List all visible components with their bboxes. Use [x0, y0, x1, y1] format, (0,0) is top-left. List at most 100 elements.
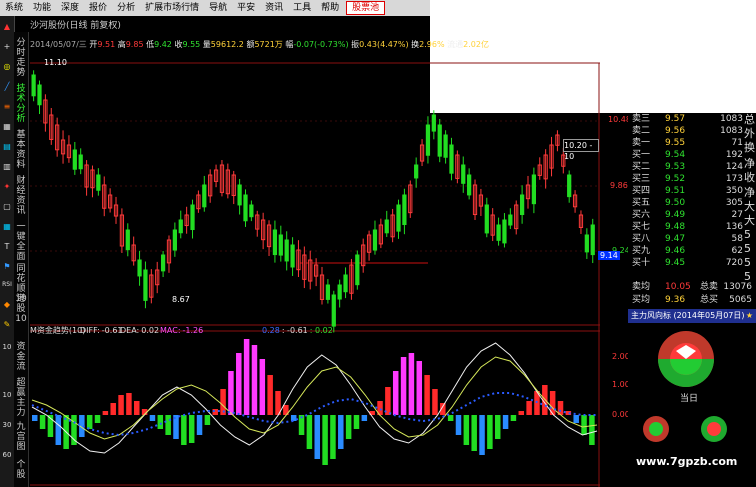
level-label: 买三 — [632, 174, 651, 184]
menu-item-system[interactable]: 系统 — [0, 0, 28, 16]
level-volume: 192 — [725, 150, 743, 160]
macd-bar — [447, 415, 454, 421]
window-icon[interactable]: ▢ — [2, 202, 12, 212]
high-label: 高 — [117, 40, 126, 49]
buy-avg-label: 买均 — [632, 295, 651, 305]
tab-technical[interactable]: 技术分析 — [15, 84, 27, 124]
macd-bar — [416, 361, 423, 415]
tab-news[interactable]: 财经资讯 — [15, 176, 27, 216]
menu-item-pingan[interactable]: 平安 — [232, 0, 260, 16]
macd-bar — [181, 415, 187, 445]
buy-level-2[interactable]: 买二 9.53 124 — [628, 161, 756, 173]
menu-item-stock-pool[interactable]: 股票池 — [346, 1, 386, 15]
info-row: 2014/05/07/三 开9.51 高9.85 低9.42 收9.55 量59… — [30, 39, 489, 50]
level-volume: 173 — [725, 174, 743, 184]
label-60: 60 — [2, 451, 12, 459]
tab-capital-flow[interactable]: 资金流 — [15, 342, 27, 372]
macd-bar — [110, 403, 116, 415]
sell-level-2[interactable]: 卖二 9.56 1083 — [628, 125, 756, 137]
zoom-icon[interactable]: ◎ — [2, 62, 12, 72]
macd-bar — [251, 345, 258, 415]
tab-fundamentals[interactable]: 基本资料 — [15, 130, 27, 170]
macd-bar — [102, 411, 109, 415]
label-10b: 10 — [2, 391, 12, 399]
buy-level-4[interactable]: 买四 9.51 350 — [628, 185, 756, 197]
level-price: 9.56 — [665, 126, 686, 136]
side-char: 大 — [744, 200, 755, 213]
side-char: 换 — [744, 141, 755, 154]
tab-hk10[interactable]: 港股10 — [15, 294, 27, 324]
side-char: 大 — [744, 214, 755, 227]
indicator-name: M资金趋势(10) — [30, 325, 85, 335]
tab-intraday[interactable]: 分时走势 — [15, 38, 27, 78]
kline-chart[interactable]: 11.10 8.67 M资金趋势(10) DIFF: -0.61 DEA: 0.02… — [30, 55, 600, 487]
capital-panel-title-text: 主力风向标 (2014年05月07日) — [631, 311, 745, 320]
star-icon[interactable]: ★ — [746, 309, 753, 323]
grid-icon[interactable]: ▦ — [2, 122, 12, 132]
table-icon[interactable]: ▦ — [2, 222, 12, 232]
menu-item-quote[interactable]: 报价 — [84, 0, 112, 16]
star-icon[interactable]: ✦ — [2, 182, 12, 192]
today-label: 当日 — [680, 392, 698, 404]
buy-level-8[interactable]: 买八 9.47 58 — [628, 233, 756, 245]
macd-bar — [471, 415, 477, 451]
menu-item-news[interactable]: 资讯 — [260, 0, 288, 16]
price-range-box: 10.20 - 10 — [563, 139, 599, 161]
buy-level-1[interactable]: 买一 9.54 192 — [628, 149, 756, 161]
level-volume: 1083 — [720, 126, 743, 136]
menu-item-navigation[interactable]: 导航 — [204, 0, 232, 16]
tab-stock[interactable]: 个股 — [15, 460, 27, 480]
menu-item-function[interactable]: 功能 — [28, 0, 56, 16]
line-icon[interactable]: ╱ — [2, 82, 12, 92]
macd-bar — [267, 375, 273, 415]
pencil-icon[interactable]: ✎ — [2, 320, 12, 330]
level-label: 买八 — [632, 234, 651, 244]
text-icon[interactable]: T — [2, 242, 12, 252]
side-char: 5 — [744, 270, 751, 283]
turnover-label: 换 — [411, 40, 420, 49]
menu-item-analysis[interactable]: 分析 — [112, 0, 140, 16]
tab-onekey[interactable]: 一键全面 — [15, 222, 27, 262]
macd-bar — [71, 415, 77, 445]
amplitude-value: 0.43(4.47%) — [359, 40, 409, 49]
chart-title: 沙河股份(日线 前复权) — [30, 21, 121, 31]
level-price: 9.53 — [665, 162, 686, 172]
side-char: 收 — [744, 171, 755, 184]
menu-item-extended-market[interactable]: 扩展市场行情 — [140, 0, 204, 16]
macd-bar — [204, 415, 211, 425]
watermark: www.7gpzb.com — [636, 455, 738, 468]
menu-item-help[interactable]: 帮助 — [316, 0, 344, 16]
kline-icon[interactable]: ▥ — [2, 162, 12, 172]
buy-level-10[interactable]: 买十 9.45 720 — [628, 257, 756, 269]
flag-icon[interactable]: ⚑ — [2, 262, 12, 272]
buy-level-7[interactable]: 买七 9.48 136 — [628, 221, 756, 233]
chart-icon[interactable]: ▤ — [2, 142, 12, 152]
menu-item-depth[interactable]: 深度 — [56, 0, 84, 16]
buy-avg-value: 9.36 — [665, 295, 686, 305]
fib-icon[interactable]: ≡ — [2, 102, 12, 112]
buy-level-9[interactable]: 买九 9.46 62 — [628, 245, 756, 257]
macd-bar — [353, 415, 360, 429]
tab-nine-grid[interactable]: 九宫图 — [15, 422, 27, 452]
label-30: 30 — [2, 421, 12, 429]
macd-bar — [228, 371, 234, 415]
sell-level-3[interactable]: 卖一 9.55 71 — [628, 137, 756, 149]
macd-bar — [259, 359, 266, 415]
menu-item-tools[interactable]: 工具 — [288, 0, 316, 16]
macd-bar — [361, 415, 368, 421]
cross-icon[interactable]: + — [2, 42, 12, 52]
arrow-icon[interactable]: ▲ — [2, 22, 12, 32]
sell-level-1[interactable]: 卖三 9.57 1083 — [628, 113, 756, 125]
macd-bar — [494, 415, 501, 439]
tab-super-main[interactable]: 超赢主力 — [15, 378, 27, 418]
volume-value: 59612.2 — [210, 40, 244, 49]
buy-level-6[interactable]: 买六 9.49 27 — [628, 209, 756, 221]
buy-level-3[interactable]: 买三 9.52 173 — [628, 173, 756, 185]
level-price: 9.52 — [665, 174, 686, 184]
side-char: 净 — [744, 186, 755, 199]
buy-level-5[interactable]: 买五 9.50 305 — [628, 197, 756, 209]
change-value: -0.07(-0.73%) — [293, 40, 349, 49]
cube-icon[interactable]: ◆ — [2, 300, 12, 310]
macd-bar — [518, 411, 525, 415]
rsi-icon[interactable]: RSI — [2, 280, 12, 290]
